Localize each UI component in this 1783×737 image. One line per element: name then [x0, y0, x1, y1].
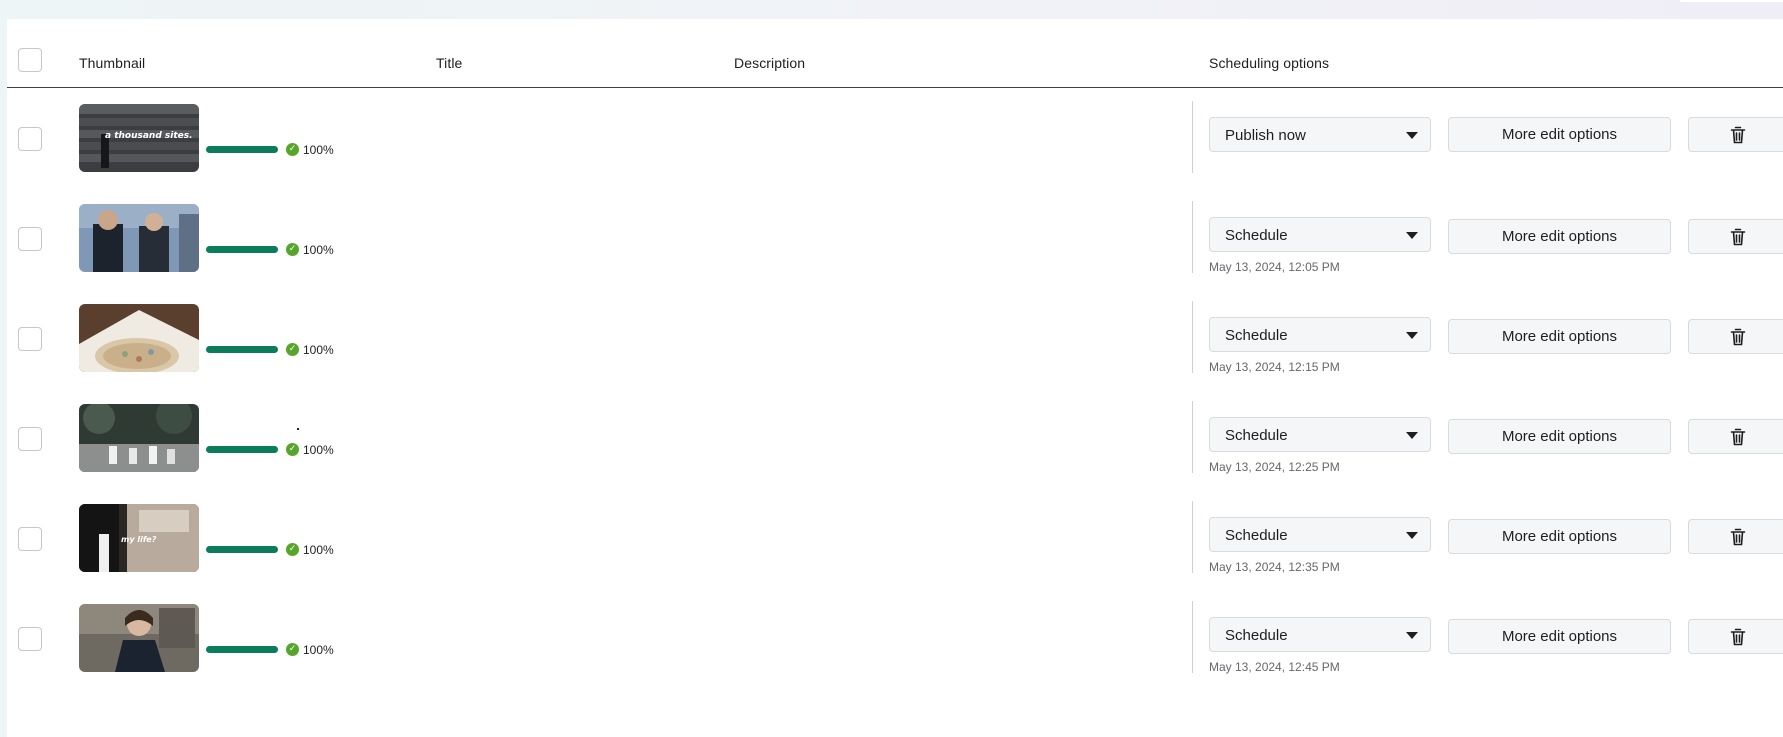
upload-progress-bar: [206, 146, 278, 153]
chevron-down-icon: [1406, 432, 1418, 439]
scheduled-date: May 13, 2024, 12:25 PM: [1209, 460, 1340, 474]
delete-button[interactable]: [1688, 419, 1783, 454]
top-right-tab: [1680, 0, 1783, 2]
scheduled-date: May 13, 2024, 12:15 PM: [1209, 360, 1340, 374]
progress-fill: [206, 546, 278, 553]
schedule-select[interactable]: Schedule: [1209, 417, 1431, 452]
progress-label: 100%: [303, 443, 334, 457]
column-divider: [1192, 601, 1193, 673]
trash-icon: [1730, 328, 1746, 346]
video-thumbnail[interactable]: [79, 204, 199, 272]
row-checkbox[interactable]: [18, 127, 42, 151]
video-thumbnail[interactable]: [79, 304, 199, 372]
schedule-select-value: Schedule: [1225, 227, 1288, 244]
progress-fill: [206, 446, 278, 453]
trash-icon: [1730, 528, 1746, 546]
more-edit-options-button[interactable]: More edit options: [1448, 117, 1671, 152]
thumbnail-caption: my life?: [121, 535, 157, 544]
row-checkbox[interactable]: [18, 327, 42, 351]
header-scheduling-options: Scheduling options: [1209, 55, 1330, 71]
progress-fill: [206, 346, 278, 353]
table-row: my life? ✓ 100% Schedule May 13, 2024, 1…: [7, 482, 1783, 582]
schedule-select[interactable]: Schedule: [1209, 317, 1431, 352]
delete-button[interactable]: [1688, 319, 1783, 354]
progress-fill: [206, 646, 278, 653]
upload-progress-bar: [206, 346, 278, 353]
more-edit-options-button[interactable]: More edit options: [1448, 619, 1671, 654]
scheduled-date: May 13, 2024, 12:35 PM: [1209, 560, 1340, 574]
check-circle-icon: ✓: [286, 343, 299, 356]
chevron-down-icon: [1406, 532, 1418, 539]
schedule-select[interactable]: Schedule: [1209, 617, 1431, 652]
table-row: ✓ 100% Schedule May 13, 2024, 12:25 PM M…: [7, 382, 1783, 482]
trash-icon: [1730, 428, 1746, 446]
progress-label: 100%: [303, 343, 334, 357]
more-edit-options-button[interactable]: More edit options: [1448, 219, 1671, 254]
header-title: Title: [436, 55, 463, 71]
video-thumbnail[interactable]: a thousand sites.: [79, 104, 199, 172]
check-circle-icon: ✓: [286, 543, 299, 556]
delete-button[interactable]: [1688, 219, 1783, 254]
table-row: a thousand sites. ✓ 100% Publish now Mor…: [7, 82, 1783, 182]
schedule-select[interactable]: Schedule: [1209, 217, 1431, 252]
scheduled-date: May 13, 2024, 12:05 PM: [1209, 260, 1340, 274]
schedule-select-value: Publish now: [1225, 127, 1306, 144]
table-row: ✓ 100% Schedule May 13, 2024, 12:05 PM M…: [7, 182, 1783, 282]
table-row: ✓ 100% Schedule May 13, 2024, 12:45 PM M…: [7, 582, 1783, 682]
table-row: ✓ 100% Schedule May 13, 2024, 12:15 PM M…: [7, 282, 1783, 382]
more-edit-options-button[interactable]: More edit options: [1448, 419, 1671, 454]
check-circle-icon: ✓: [286, 243, 299, 256]
progress-fill: [206, 246, 278, 253]
scheduled-date: May 13, 2024, 12:45 PM: [1209, 660, 1340, 674]
delete-button[interactable]: [1688, 117, 1783, 152]
row-checkbox[interactable]: [18, 427, 42, 451]
check-circle-icon: ✓: [286, 443, 299, 456]
upload-progress-bar: [206, 246, 278, 253]
chevron-down-icon: [1406, 232, 1418, 239]
progress-label: 100%: [303, 543, 334, 557]
schedule-select[interactable]: Publish now: [1209, 117, 1431, 152]
video-thumbnail[interactable]: [79, 604, 199, 672]
trash-icon: [1730, 228, 1746, 246]
trash-icon: [1730, 126, 1746, 144]
upload-progress-bar: [206, 646, 278, 653]
progress-label: 100%: [303, 643, 334, 657]
schedule-select-value: Schedule: [1225, 527, 1288, 544]
chevron-down-icon: [1406, 632, 1418, 639]
progress-label: 100%: [303, 143, 334, 157]
row-checkbox[interactable]: [18, 227, 42, 251]
header-thumbnail: Thumbnail: [79, 55, 146, 71]
upload-progress-bar: [206, 546, 278, 553]
thumbnail-caption: a thousand sites.: [105, 131, 193, 141]
bulk-upload-table: Thumbnail Title Description Scheduling o…: [7, 19, 1783, 737]
delete-button[interactable]: [1688, 619, 1783, 654]
schedule-select-value: Schedule: [1225, 327, 1288, 344]
progress-label: 100%: [303, 243, 334, 257]
upload-progress-bar: [206, 446, 278, 453]
column-divider: [1192, 101, 1193, 173]
progress-fill: [206, 146, 278, 153]
delete-button[interactable]: [1688, 519, 1783, 554]
video-thumbnail[interactable]: my life?: [79, 504, 199, 572]
row-checkbox[interactable]: [18, 627, 42, 651]
select-all-checkbox[interactable]: [18, 48, 42, 72]
row-checkbox[interactable]: [18, 527, 42, 551]
chevron-down-icon: [1406, 132, 1418, 139]
schedule-select[interactable]: Schedule: [1209, 517, 1431, 552]
column-divider: [1192, 401, 1193, 473]
check-circle-icon: ✓: [286, 143, 299, 156]
header-description: Description: [734, 55, 806, 71]
video-thumbnail[interactable]: [79, 404, 199, 472]
more-edit-options-button[interactable]: More edit options: [1448, 319, 1671, 354]
column-divider: [1192, 301, 1193, 373]
column-divider: [1192, 501, 1193, 573]
check-circle-icon: ✓: [286, 643, 299, 656]
trash-icon: [1730, 628, 1746, 646]
column-divider: [1192, 201, 1193, 273]
chevron-down-icon: [1406, 332, 1418, 339]
schedule-select-value: Schedule: [1225, 627, 1288, 644]
title-placeholder-dot: [297, 428, 299, 430]
schedule-select-value: Schedule: [1225, 427, 1288, 444]
more-edit-options-button[interactable]: More edit options: [1448, 519, 1671, 554]
